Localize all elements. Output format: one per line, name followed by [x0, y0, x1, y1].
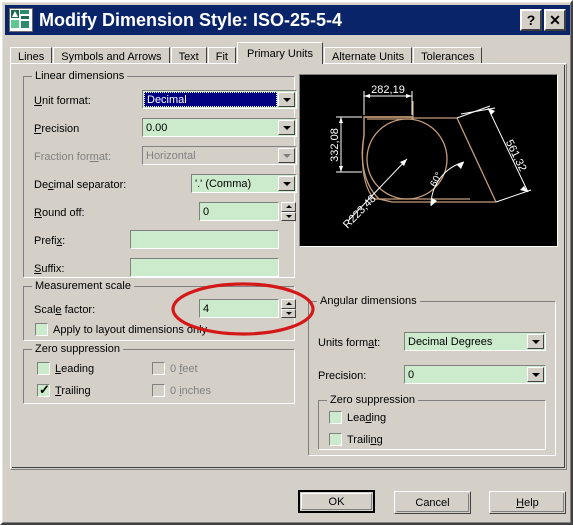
ok-button[interactable]: OK [298, 490, 375, 513]
close-icon[interactable]: ✕ [544, 9, 566, 31]
angular-units-format-label: Units format: [318, 337, 381, 349]
fraction-format-value: Horizontal [146, 149, 196, 162]
scale-factor-input[interactable]: 4 [199, 299, 279, 318]
tab-strip: Lines Symbols and Arrows Text Fit Primar… [10, 42, 567, 66]
round-off-label: Round off: [34, 207, 85, 219]
scale-factor-value: 4 [203, 302, 210, 315]
zs-trailing-label: Trailing [55, 384, 91, 397]
fraction-format-combo: Horizontal [142, 146, 297, 165]
zs-zero-inches-checkbox: 0 inches [152, 384, 211, 397]
precision-combo[interactable]: 0.00 [142, 118, 297, 137]
chevron-down-icon[interactable] [278, 92, 295, 107]
precision-label: Precision [34, 123, 80, 135]
window-title: Modify Dimension Style: ISO-25-5-4 [39, 9, 343, 30]
ok-button-label: OK [328, 495, 345, 508]
unit-format-label: Unit format: [34, 95, 91, 107]
suffix-label: Suffix: [34, 263, 65, 275]
precision-value: 0.00 [146, 121, 168, 134]
angular-precision-value: 0 [408, 368, 415, 381]
checkbox-box [35, 323, 48, 336]
zero-suppression-linear-title: Zero suppression [32, 343, 123, 355]
round-off-spin-down[interactable] [281, 211, 296, 221]
round-off-input[interactable]: 0 [199, 202, 279, 221]
primary-units-panel: Linear dimensions Unit format: Decimal P… [10, 63, 567, 470]
decimal-separator-combo[interactable]: '.' (Comma) [191, 174, 297, 193]
angular-zs-leading-checkbox[interactable]: Leading [329, 411, 386, 424]
zs-leading-checkbox[interactable]: Leading [37, 362, 94, 375]
linear-dimensions-title: Linear dimensions [32, 70, 128, 82]
zs-zero-feet-checkbox: 0 feet [152, 362, 198, 375]
angular-units-format-value: Decimal Degrees [408, 335, 493, 348]
angular-precision-combo[interactable]: 0 [404, 365, 546, 384]
suffix-input[interactable] [130, 258, 279, 277]
dimension-style-preview: 282,19 332,08 R223,48 561,32 60° [299, 74, 558, 247]
angular-dimensions-title: Angular dimensions [317, 295, 420, 307]
measurement-scale-title: Measurement scale [32, 280, 134, 292]
scale-factor-spin-down[interactable] [281, 308, 296, 318]
decimal-separator-value: '.' (Comma) [195, 177, 252, 190]
title-bar-buttons: ? ✕ [520, 9, 566, 31]
angular-zs-leading-label: Leading [347, 411, 387, 424]
apply-to-layout-label: Apply to layout dimensions only [53, 323, 208, 336]
zs-trailing-checkbox[interactable]: ✓ Trailing [37, 382, 91, 397]
angular-precision-label: Precision: [318, 370, 367, 382]
angular-zs-trailing-checkbox[interactable]: Trailing [329, 433, 383, 446]
preview-drawing: 282,19 332,08 R223,48 561,32 60° [300, 75, 557, 246]
apply-to-layout-checkbox[interactable]: Apply to layout dimensions only [35, 323, 207, 336]
zs-leading-label: Leading [55, 362, 95, 375]
round-off-spin-up[interactable] [281, 202, 296, 212]
checkbox-box [37, 362, 50, 375]
cancel-button-label: Cancel [415, 496, 450, 509]
help-button[interactable]: Help [489, 491, 566, 514]
scale-factor-label: Scale factor: [34, 304, 96, 316]
prefix-input[interactable] [130, 230, 279, 249]
unit-format-label-rest: nit format: [41, 95, 91, 107]
help-titlebar-button[interactable]: ? [520, 9, 542, 31]
dim-text-top: 282,19 [371, 84, 405, 96]
chevron-down-icon[interactable] [527, 334, 544, 349]
chevron-down-icon[interactable] [527, 367, 544, 382]
checkbox-box [152, 384, 165, 397]
fraction-format-label: Fraction format: [34, 151, 112, 163]
round-off-value: 0 [203, 205, 210, 218]
zs-zero-feet-label: 0 feet [170, 362, 198, 375]
cancel-button[interactable]: Cancel [394, 491, 471, 514]
modify-dimension-style-dialog: Modify Dimension Style: ISO-25-5-4 ? ✕ L… [0, 0, 573, 525]
checkbox-box [152, 362, 165, 375]
dim-text-left: 332,08 [329, 128, 341, 162]
check-icon: ✓ [39, 382, 50, 397]
angular-zs-trailing-label: Trailing [347, 433, 383, 446]
scale-factor-spin-up[interactable] [281, 299, 296, 309]
zero-suppression-angular-title: Zero suppression [327, 394, 418, 406]
checkbox-box: ✓ [37, 382, 50, 397]
angular-units-format-combo[interactable]: Decimal Degrees [404, 332, 546, 351]
zs-zero-inches-label: 0 inches [170, 384, 211, 397]
unit-format-combo[interactable]: Decimal [142, 90, 297, 109]
prefix-label: Prefix: [34, 235, 66, 247]
chevron-down-icon [278, 148, 295, 163]
tab-primary-units[interactable]: Primary Units [236, 42, 323, 64]
help-button-label: Help [516, 496, 539, 509]
title-bar[interactable]: Modify Dimension Style: ISO-25-5-4 ? ✕ [5, 5, 570, 35]
decimal-separator-label: Decimal separator: [34, 179, 127, 191]
chevron-down-icon[interactable] [278, 120, 295, 135]
scale-factor-spinner[interactable] [281, 299, 296, 318]
unit-format-value: Decimal [144, 92, 277, 107]
round-off-spinner[interactable] [281, 202, 296, 221]
autocad-dimstyle-icon [9, 8, 33, 32]
checkbox-box [329, 411, 342, 424]
checkbox-box [329, 433, 342, 446]
chevron-down-icon[interactable] [278, 176, 295, 191]
